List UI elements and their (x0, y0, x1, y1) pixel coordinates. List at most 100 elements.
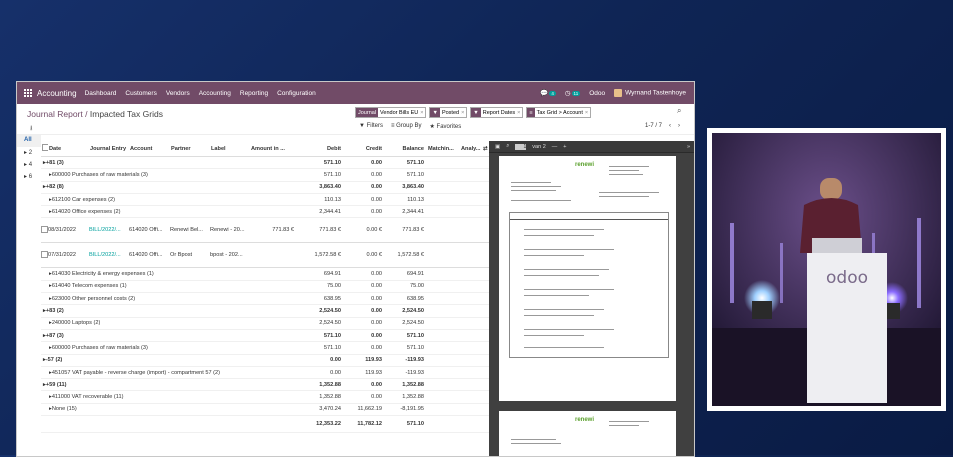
user-menu[interactable]: Wyrnand Tastenhoye (614, 89, 686, 97)
totals-row: 12,353.22 11,782.12 571.10 (41, 415, 489, 434)
col-matching[interactable]: Matchin... (427, 141, 460, 157)
menu-accounting[interactable]: Accounting (199, 90, 231, 97)
breadcrumb: Journal Report / Impacted Tax Grids (27, 109, 163, 119)
group-row[interactable]: ▸600000 Purchases of raw materials (3) 57… (41, 341, 489, 355)
group-row[interactable]: ▸600000 Purchases of raw materials (3) 57… (41, 168, 489, 182)
app-name[interactable]: Accounting (37, 89, 77, 98)
facet-key: Journal (356, 108, 379, 117)
pager-next-icon[interactable]: › (678, 123, 680, 129)
group-row[interactable]: ▸612100 Car expenses (2) 110.13 0.00 110.13 (41, 193, 489, 207)
close-icon[interactable]: × (517, 110, 522, 116)
menu-vendors[interactable]: Vendors (166, 90, 190, 97)
chat-icon[interactable]: 💬 4 (540, 89, 556, 97)
facet-journal[interactable]: Journal Vendor Bills EU × (355, 107, 427, 118)
presenter-camera-view: odoo (707, 128, 946, 411)
group-balance: 571.10 (385, 341, 427, 355)
group-by-button[interactable]: ≡ Group By (391, 123, 422, 130)
pager-prev-icon[interactable]: ‹ (669, 123, 671, 129)
col-amount-currency[interactable]: Amount in ... (250, 141, 297, 157)
menu-dashboard[interactable]: Dashboard (85, 90, 117, 97)
cell-journal-entry[interactable]: BILL/2022/... (89, 242, 129, 269)
optional-columns-icon[interactable]: ⇄ (482, 141, 489, 157)
group-row[interactable]: ▸+83 (2) 2,524.50 0.00 2,524.50 (41, 304, 489, 318)
facet-posted[interactable]: ▼ Posted × (429, 107, 468, 118)
group-row[interactable]: ▸240000 Laptops (2) 2,524.50 0.00 2,524.50 (41, 317, 489, 330)
download-icon[interactable]: ⭳ (30, 124, 32, 135)
side-item[interactable]: ▸ 4 (17, 159, 41, 171)
facet-report-dates[interactable]: ▼ Report Dates × (470, 107, 524, 118)
pager-value[interactable]: 1-7 / 7 (645, 123, 662, 129)
pdf-viewer: ▣ ⌕ 1 van 2 — + » renewi renewi (489, 141, 694, 456)
breadcrumb-current: Impacted Tax Grids (89, 109, 163, 119)
close-icon[interactable]: × (420, 110, 425, 116)
col-debit[interactable]: Debit (297, 141, 344, 157)
close-icon[interactable]: × (585, 110, 590, 116)
col-journal-entry[interactable]: Journal Entry (89, 141, 129, 157)
menu-reporting[interactable]: Reporting (240, 90, 268, 97)
apps-menu-icon[interactable] (24, 89, 32, 97)
side-item[interactable]: ▸ 2 (17, 147, 41, 159)
group-credit: 0.00 (344, 341, 385, 355)
favorites-button[interactable]: ★ Favorites (429, 123, 461, 130)
group-row[interactable]: ▸451057 VAT payable - reverse charge (im… (41, 366, 489, 380)
col-credit[interactable]: Credit (344, 141, 385, 157)
group-row[interactable]: ▸623000 Other personnel costs (2) 638.95 0… (41, 292, 489, 306)
group-row[interactable]: ▸614020 Office expenses (2) 2,344.41 0.00 2… (41, 205, 489, 219)
cell-journal-entry[interactable]: BILL/2022/... (89, 217, 129, 244)
breadcrumb-parent[interactable]: Journal Report (27, 109, 83, 119)
group-row[interactable]: ▸None (15) 3,470.24 11,662.19 -8,191.95 (41, 403, 489, 417)
group-row[interactable]: ▸+81 (3) 571.10 0.00 571.10 (41, 156, 489, 170)
group-row[interactable]: ▸614040 Telecom expenses (1) 75.00 0.00 75.… (41, 280, 489, 294)
facet-groupby[interactable]: ≡ Tax Grid > Account × (526, 107, 592, 118)
journal-items-table: Date Journal Entry Account Partner Label… (41, 141, 489, 434)
group-row[interactable]: ▸614030 Electricity & energy expenses (1… (41, 267, 489, 281)
search-icon[interactable]: ⌕ (506, 143, 509, 150)
company-switcher[interactable]: Odoo (589, 90, 605, 97)
group-row[interactable]: ▸+82 (8) 3,863.40 0.00 3,863.40 (41, 181, 489, 194)
group-by-label: Group By (396, 123, 422, 129)
group-label: +83 (2) (45, 308, 64, 315)
group-balance: 571.10 (385, 156, 427, 170)
group-row[interactable]: ▸-57 (2) 0.00 119.93 -119.93 (41, 354, 489, 367)
activity-icon[interactable]: ◷ 11 (565, 89, 581, 97)
company-logo: renewi (575, 162, 595, 168)
group-balance: -8,191.95 (385, 403, 427, 417)
group-label: 623000 Other personnel costs (2) (51, 295, 136, 302)
col-balance[interactable]: Balance (385, 141, 427, 157)
select-all-checkbox[interactable] (41, 141, 48, 157)
group-label: -57 (2) (45, 357, 63, 364)
group-credit: 119.93 (344, 354, 385, 367)
page-number-input[interactable]: 1 (515, 143, 527, 150)
col-partner[interactable]: Partner (170, 141, 210, 157)
zoom-out-icon[interactable]: — (552, 144, 558, 150)
menu-configuration[interactable]: Configuration (277, 90, 316, 97)
sidebar-toggle-icon[interactable]: ▣ (495, 144, 500, 150)
table-row[interactable]: 07/31/2022 BILL/2022/... 614020 Offi... Or … (41, 242, 489, 269)
zoom-in-icon[interactable]: + (563, 144, 566, 150)
group-credit: 11,662.19 (344, 403, 385, 417)
row-checkbox[interactable] (41, 217, 48, 244)
row-checkbox[interactable] (41, 242, 48, 269)
group-debit: 3,470.24 (297, 403, 344, 417)
side-item[interactable]: ▸ 6 (17, 171, 41, 183)
more-tools-icon[interactable]: » (687, 144, 694, 150)
col-account[interactable]: Account (129, 141, 170, 157)
group-credit: 0.00 (344, 168, 385, 182)
filters-button[interactable]: ▼ Filters (359, 123, 383, 130)
table-row[interactable]: 08/31/2022 BILL/2022/... 614020 Offi... Ren… (41, 217, 489, 244)
search-icon[interactable]: ⌕ (677, 106, 681, 116)
total-debit: 12,353.22 (297, 415, 344, 434)
side-item-all[interactable]: All (17, 135, 41, 147)
close-icon[interactable]: × (461, 110, 466, 116)
chat-badge: 4 (549, 91, 556, 96)
side-panel: All ▸ 2 ▸ 4 ▸ 6 (17, 135, 41, 183)
group-balance: 571.10 (385, 329, 427, 343)
group-row[interactable]: ▸+59 (11) 1,352.88 0.00 1,352.88 (41, 378, 489, 392)
col-label[interactable]: Label (210, 141, 250, 157)
group-row[interactable]: ▸411000 VAT recoverable (11) 1,352.88 0.00… (41, 390, 489, 404)
col-date[interactable]: Date (48, 141, 89, 157)
col-analytic[interactable]: Analy... (460, 141, 482, 157)
group-row[interactable]: ▸+87 (3) 571.10 0.00 571.10 (41, 329, 489, 343)
menu-customers[interactable]: Customers (125, 90, 156, 97)
group-balance: 3,863.40 (385, 181, 427, 194)
